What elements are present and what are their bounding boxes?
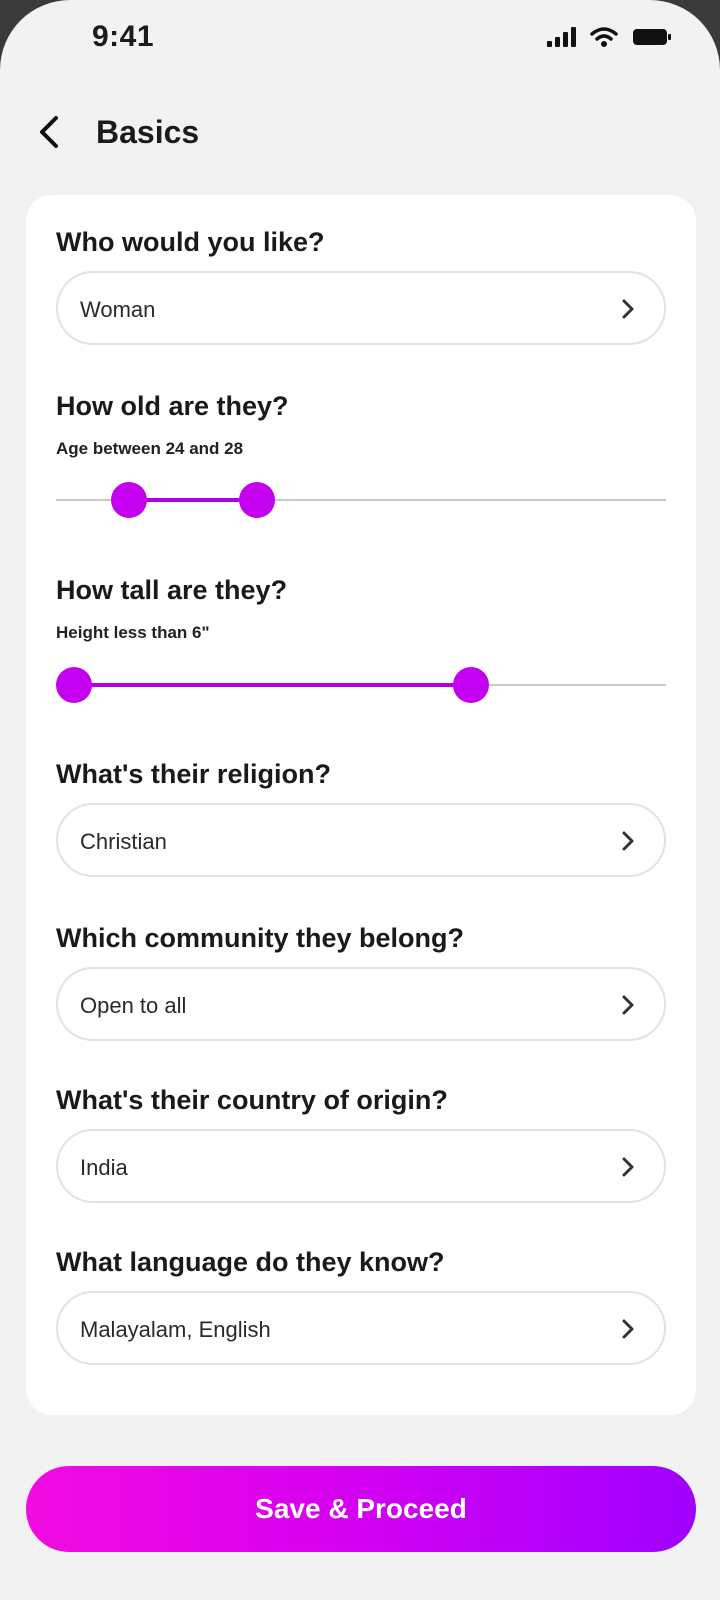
religion-question: What's their religion? — [56, 759, 331, 789]
country-select[interactable]: India — [56, 1129, 666, 1203]
height-caption: Height less than 6" — [56, 623, 210, 642]
chevron-left-icon[interactable] — [30, 112, 70, 152]
battery-icon — [632, 27, 672, 47]
status-time: 9:41 — [92, 20, 155, 53]
header: Basics — [0, 100, 720, 164]
religion-select[interactable]: Christian — [56, 803, 666, 877]
preferences-card: Who would you like? Woman How old are th… — [26, 195, 696, 1415]
save-proceed-button[interactable]: Save & Proceed — [26, 1466, 696, 1552]
slider-fill — [129, 498, 258, 502]
gender-value: Woman — [80, 297, 156, 322]
age-caption: Age between 24 and 28 — [56, 439, 244, 458]
community-select[interactable]: Open to all — [56, 967, 666, 1041]
chevron-right-icon — [618, 829, 638, 853]
chevron-right-icon — [618, 993, 638, 1017]
gender-select[interactable]: Woman — [56, 271, 666, 345]
language-value: Malayalam, English — [80, 1317, 271, 1342]
phone-screen: 9:41 Basics Who would you like? Woman Ho… — [0, 0, 720, 1600]
status-bar: 9:41 — [0, 0, 720, 80]
wifi-icon — [590, 26, 618, 48]
height-question: How tall are they? — [56, 575, 288, 605]
language-select[interactable]: Malayalam, English — [56, 1291, 666, 1365]
slider-fill — [74, 683, 471, 687]
signal-icon — [547, 27, 576, 47]
height-range-slider[interactable] — [56, 665, 666, 705]
community-question: Which community they belong? — [56, 923, 465, 953]
page-title: Basics — [96, 114, 200, 150]
language-question: What language do they know? — [56, 1247, 445, 1277]
gender-question: Who would you like? — [56, 227, 325, 257]
age-question: How old are they? — [56, 391, 289, 421]
religion-value: Christian — [80, 829, 167, 854]
community-value: Open to all — [80, 993, 187, 1018]
country-question: What's their country of origin? — [56, 1085, 448, 1115]
age-min-thumb[interactable] — [111, 482, 148, 518]
chevron-right-icon — [618, 1317, 638, 1341]
chevron-right-icon — [618, 297, 638, 321]
country-value: India — [80, 1155, 128, 1180]
status-icons — [547, 26, 672, 48]
height-max-thumb[interactable] — [452, 667, 489, 703]
chevron-right-icon — [618, 1155, 638, 1179]
age-max-thumb[interactable] — [239, 482, 276, 518]
age-range-slider[interactable] — [56, 480, 666, 520]
height-min-thumb[interactable] — [56, 667, 93, 703]
